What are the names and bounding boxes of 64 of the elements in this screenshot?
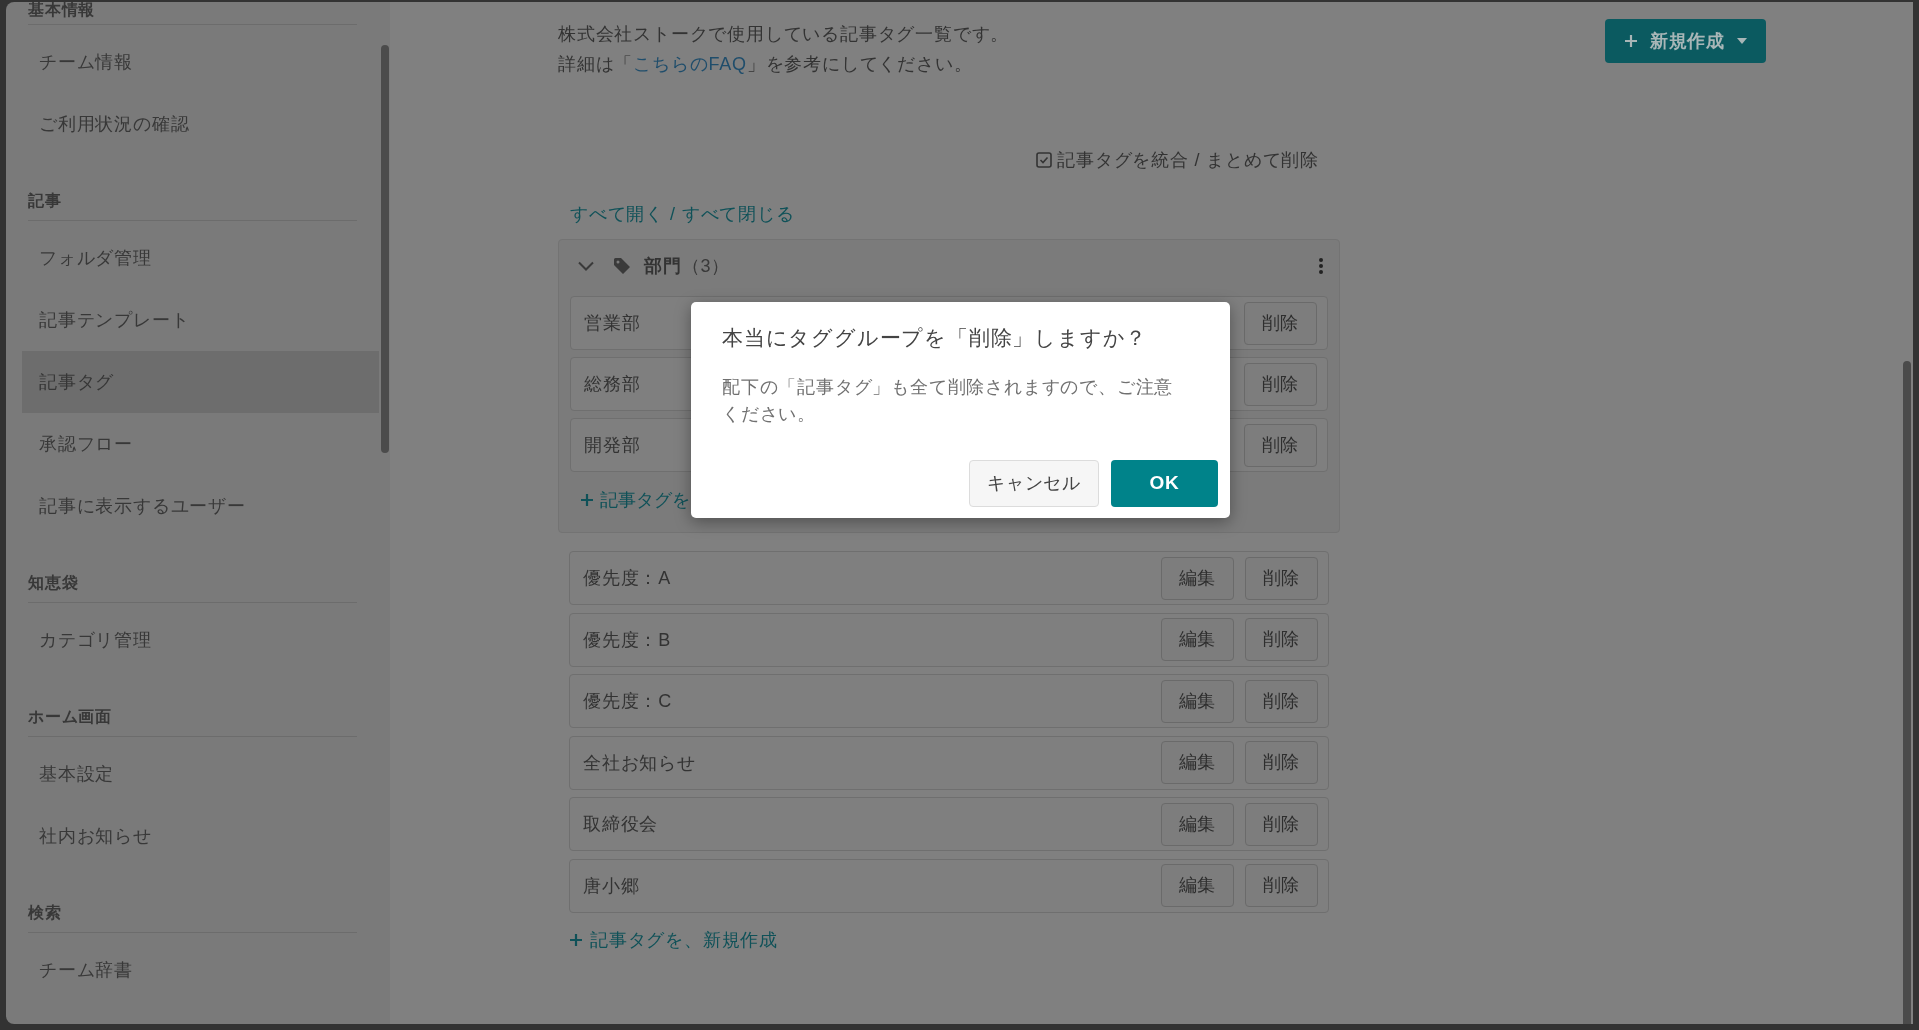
tag-name: 取締役会 [583, 813, 659, 836]
collapse-all-link[interactable]: すべて閉じる [681, 201, 795, 227]
sidebar-item[interactable]: 基本設定 [22, 743, 379, 805]
delete-button[interactable]: 削除 [1245, 741, 1318, 784]
bulk-edit-toggle[interactable]: 記事タグを統合 / まとめて削除 [1036, 147, 1319, 173]
delete-button[interactable]: 削除 [1245, 618, 1318, 661]
delete-button[interactable]: 削除 [1245, 864, 1318, 907]
cancel-button[interactable]: キャンセル [969, 460, 1099, 507]
sidebar-item[interactable]: チーム情報 [22, 31, 379, 93]
tag-icon [614, 258, 630, 274]
tag-name: 優先度：B [583, 628, 671, 652]
sidebar-item[interactable]: 社内お知らせ [22, 805, 379, 867]
tag-name: 優先度：C [583, 690, 672, 713]
expand-all-link[interactable]: すべて開く [570, 201, 664, 227]
tag-name: 唐小郷 [583, 874, 640, 898]
edit-button[interactable]: 編集 [1161, 556, 1234, 600]
delete-button[interactable]: 削除 [1244, 301, 1317, 345]
dialog-message: 配下の「記事タグ」も全て削除されますので、ご注意ください。 [722, 376, 1175, 426]
checkbox-checked-icon [1036, 152, 1053, 168]
add-tag-link[interactable]: 記事タグを、新規作成 [569, 926, 778, 953]
tag-name: 優先度：A [583, 567, 671, 590]
new-create-button[interactable]: 新規作成 [1605, 19, 1766, 63]
sidebar-heading: 知恵袋 [28, 573, 80, 593]
caret-down-icon [1737, 38, 1748, 44]
delete-button[interactable]: 削除 [1245, 556, 1318, 600]
sidebar-heading: 記事 [28, 191, 63, 211]
delete-button[interactable]: 削除 [1245, 802, 1318, 846]
plus-icon [1623, 34, 1638, 48]
edit-button[interactable]: 編集 [1161, 679, 1234, 723]
sidebar-heading: 基本情報 [28, 2, 97, 18]
delete-button[interactable]: 削除 [1244, 423, 1317, 467]
tag-name: 総務部 [584, 373, 641, 396]
detail-text: 詳細は「こちらのFAQ」を参考にしてください。 [558, 53, 974, 76]
dialog-title: 本当にタググループを「削除」しますか？ [722, 325, 1149, 351]
add-tag-link[interactable]: 記事タグを [580, 487, 690, 513]
group-name: 部門 [644, 254, 682, 278]
scrollbar[interactable] [381, 45, 389, 453]
delete-button[interactable]: 削除 [1245, 679, 1318, 723]
faq-link[interactable]: こちらのFAQ [633, 54, 747, 74]
tag-name: 開発部 [584, 434, 641, 457]
sidebar-item[interactable]: カテゴリ管理 [22, 609, 379, 671]
sidebar-heading: ホーム画面 [28, 707, 113, 727]
kebab-menu-icon[interactable] [1319, 258, 1323, 274]
edit-button[interactable]: 編集 [1161, 864, 1234, 907]
sidebar-heading: 検索 [28, 903, 63, 923]
plus-icon [580, 493, 594, 507]
plus-icon [569, 932, 583, 947]
tag-name: 全社お知らせ [583, 751, 696, 775]
ok-button[interactable]: OK [1111, 460, 1218, 507]
sidebar-item[interactable]: ご利用状況の確認 [22, 93, 379, 155]
sidebar-item[interactable]: 記事テンプレート [22, 289, 379, 351]
delete-button[interactable]: 削除 [1244, 362, 1317, 406]
group-count: （3） [681, 254, 731, 278]
description-text: 株式会社ストークで使用している記事タグ一覧です。 [558, 23, 1010, 46]
tag-name: 営業部 [584, 312, 641, 335]
edit-button[interactable]: 編集 [1161, 802, 1234, 846]
edit-button[interactable]: 編集 [1161, 618, 1234, 661]
sidebar-item[interactable]: フォルダ管理 [22, 227, 379, 289]
sidebar-item[interactable]: 記事に表示するユーザー [22, 475, 379, 537]
scrollbar[interactable] [1903, 361, 1911, 1024]
separator-slash: / [670, 203, 676, 226]
sidebar-item[interactable]: チーム辞書 [22, 939, 379, 1001]
edit-button[interactable]: 編集 [1161, 741, 1234, 784]
sidebar-item[interactable]: 承認フロー [22, 413, 379, 475]
